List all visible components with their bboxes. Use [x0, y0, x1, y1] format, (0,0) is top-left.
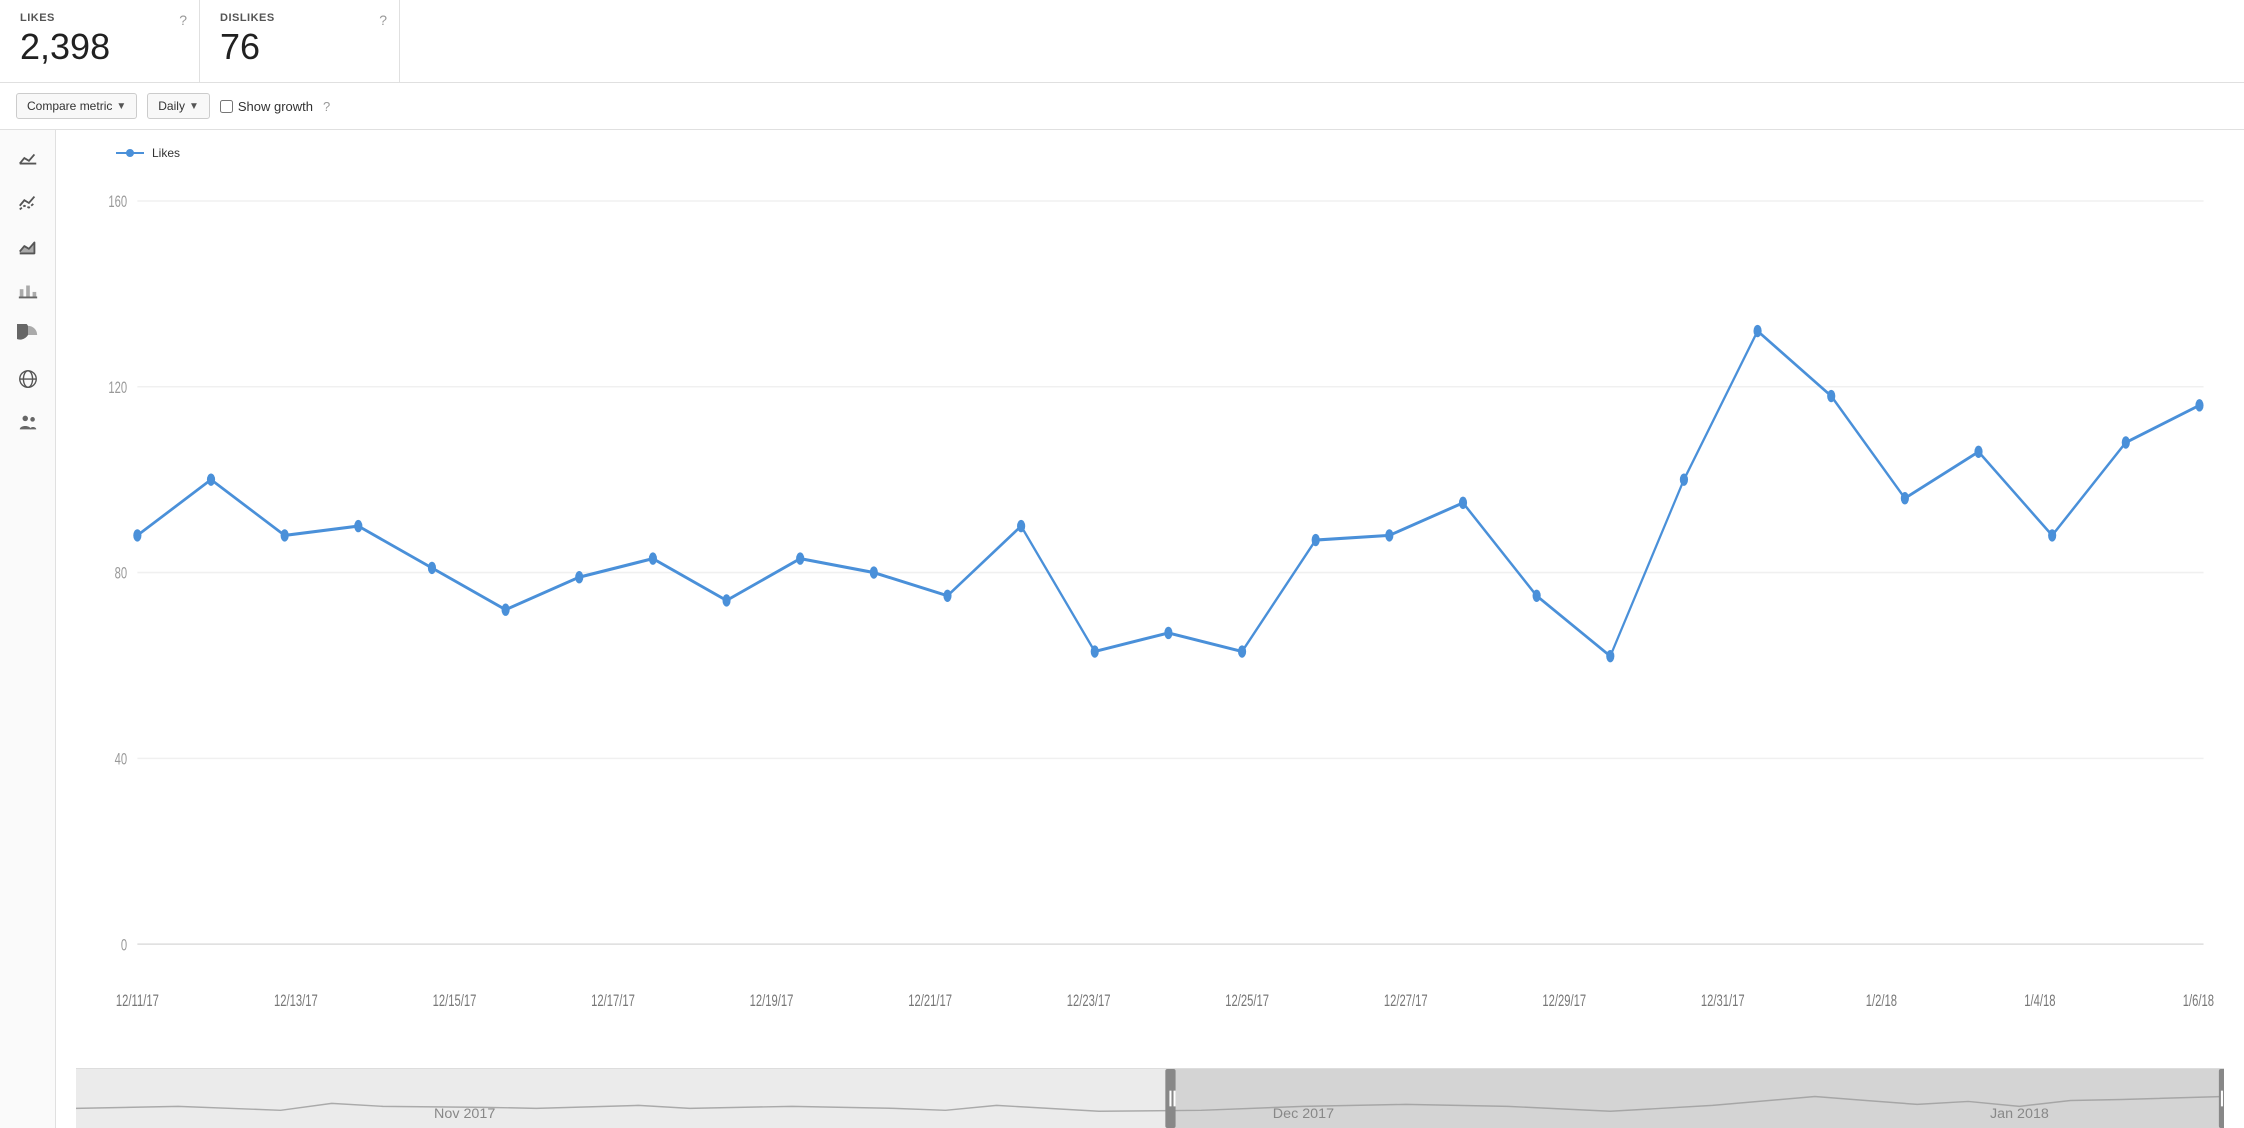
minimap-label-nov: Nov 2017 — [434, 1105, 495, 1121]
chart-dot — [502, 604, 510, 616]
area-chart-icon[interactable] — [9, 228, 47, 266]
minimap-label-jan: Jan 2018 — [1990, 1105, 2049, 1121]
y-label-80: 80 — [115, 565, 128, 584]
chart-dot — [1680, 473, 1688, 485]
chart-dot — [2048, 529, 2056, 541]
x-label-12: 1/4/18 — [2024, 992, 2055, 1011]
chart-dot — [2195, 399, 2203, 411]
compare-metric-button[interactable]: Compare metric ▼ — [16, 93, 137, 119]
chart-dot — [133, 529, 141, 541]
dislikes-metric: DISLIKES 76 ? — [200, 0, 400, 82]
x-label-11: 1/2/18 — [1866, 992, 1897, 1011]
pie-chart-icon[interactable] — [9, 316, 47, 354]
chart-area: Likes 0 40 80 — [56, 130, 2244, 1128]
x-label-10: 12/31/17 — [1701, 992, 1745, 1011]
chart-legend: Likes — [76, 146, 2224, 160]
x-label-8: 12/27/17 — [1384, 992, 1428, 1011]
people-icon[interactable] — [9, 404, 47, 442]
x-label-5: 12/21/17 — [908, 992, 952, 1011]
chart-dot — [1017, 520, 1025, 532]
likes-help-icon[interactable]: ? — [179, 12, 187, 28]
chart-type-sidebar — [0, 130, 56, 1128]
legend-line-indicator — [116, 152, 144, 154]
x-label-2: 12/15/17 — [433, 992, 477, 1011]
daily-label: Daily — [158, 99, 185, 113]
x-label-4: 12/19/17 — [750, 992, 794, 1011]
likes-value: 2,398 — [20, 26, 179, 68]
chart-minimap[interactable]: Nov 2017 Dec 2017 Jan 2018 — [76, 1068, 2224, 1128]
likes-chart-line — [137, 331, 2199, 656]
x-label-1: 12/13/17 — [274, 992, 318, 1011]
dislikes-value: 76 — [220, 26, 379, 68]
chart-dot — [207, 473, 215, 485]
y-label-0: 0 — [121, 936, 127, 955]
line-chart-icon[interactable] — [9, 140, 47, 178]
dislikes-help-icon[interactable]: ? — [379, 12, 387, 28]
chart-dot — [1901, 492, 1909, 504]
globe-icon[interactable] — [9, 360, 47, 398]
legend-dot-indicator — [126, 149, 134, 157]
chart-dot — [943, 590, 951, 602]
compare-metric-chevron-icon: ▼ — [116, 101, 126, 112]
daily-chevron-icon: ▼ — [189, 101, 199, 112]
chart-svg-container: 0 40 80 120 160 12/11/17 12/13/17 12/15/… — [76, 170, 2224, 1068]
chart-dot — [428, 562, 436, 574]
line-chart-svg: 0 40 80 120 160 12/11/17 12/13/17 12/15/… — [76, 170, 2224, 1068]
chart-dot — [722, 594, 730, 606]
y-label-120: 120 — [108, 379, 127, 398]
main-area: Likes 0 40 80 — [0, 130, 2244, 1128]
bar-chart-icon[interactable] — [9, 272, 47, 310]
minimap-svg: Nov 2017 Dec 2017 Jan 2018 — [76, 1069, 2224, 1128]
chart-dot — [649, 552, 657, 564]
x-label-6: 12/23/17 — [1067, 992, 1111, 1011]
compare-metric-label: Compare metric — [27, 99, 112, 113]
chart-dot — [281, 529, 289, 541]
x-label-7: 12/25/17 — [1225, 992, 1269, 1011]
chart-dot — [1606, 650, 1614, 662]
chart-dot — [1753, 325, 1761, 337]
show-growth-help-icon[interactable]: ? — [323, 99, 330, 114]
x-label-9: 12/29/17 — [1542, 992, 1586, 1011]
chart-dot — [1312, 534, 1320, 546]
chart-dot — [1974, 446, 1982, 458]
chart-dot — [2122, 436, 2130, 448]
daily-button[interactable]: Daily ▼ — [147, 93, 210, 119]
x-label-3: 12/17/17 — [591, 992, 635, 1011]
comparison-icon[interactable] — [9, 184, 47, 222]
chart-dot — [1238, 645, 1246, 657]
chart-dot — [575, 571, 583, 583]
likes-metric: LIKES 2,398 ? — [0, 0, 200, 82]
dislikes-label: DISLIKES — [220, 12, 379, 24]
metrics-bar: LIKES 2,398 ? DISLIKES 76 ? — [0, 0, 2244, 83]
legend-label: Likes — [152, 146, 180, 160]
likes-label: LIKES — [20, 12, 179, 24]
x-label-0: 12/11/17 — [116, 992, 159, 1011]
chart-dot — [1164, 627, 1172, 639]
x-label-13: 1/6/18 — [2183, 992, 2214, 1011]
chart-dot — [1533, 590, 1541, 602]
chart-dot — [796, 552, 804, 564]
minimap-label-dec: Dec 2017 — [1273, 1105, 1334, 1121]
chart-dot — [1827, 390, 1835, 402]
chart-dot — [1385, 529, 1393, 541]
chart-dot — [354, 520, 362, 532]
y-label-40: 40 — [115, 750, 128, 769]
show-growth-toggle[interactable]: Show growth — [220, 99, 313, 114]
chart-toolbar: Compare metric ▼ Daily ▼ Show growth ? — [0, 83, 2244, 130]
chart-dot — [1091, 645, 1099, 657]
y-label-160: 160 — [108, 193, 127, 212]
chart-dot — [870, 566, 878, 578]
show-growth-checkbox[interactable] — [220, 100, 233, 113]
chart-dot — [1459, 497, 1467, 509]
show-growth-label: Show growth — [238, 99, 313, 114]
